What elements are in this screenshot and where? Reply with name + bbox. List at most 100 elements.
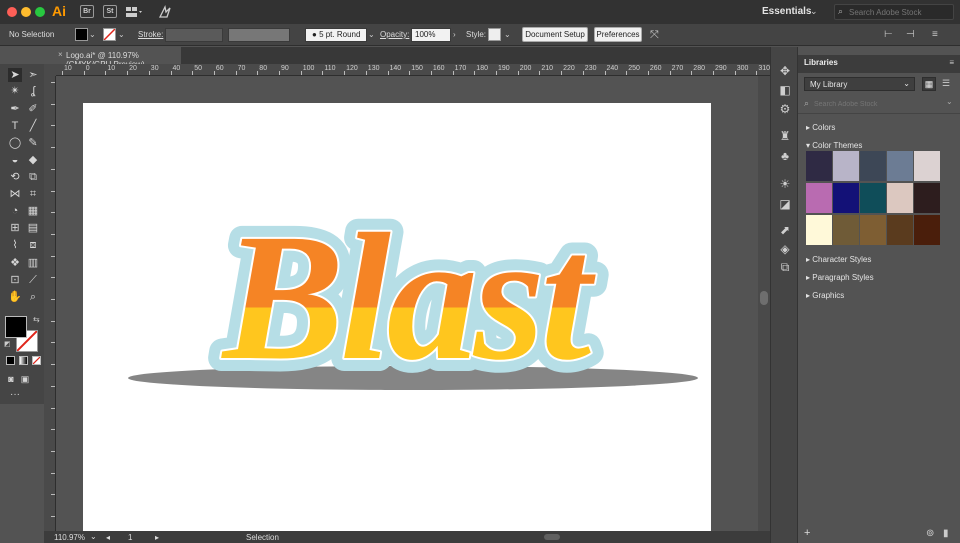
default-colors-icon[interactable]: ◩ xyxy=(4,340,11,348)
pen-tool-icon[interactable]: ✒ xyxy=(8,102,22,116)
magic-wand-tool-icon[interactable]: ✴ xyxy=(8,84,22,98)
maximize-window-button[interactable] xyxy=(35,7,45,17)
gradient-mode-icon[interactable] xyxy=(19,356,28,365)
minimize-window-button[interactable] xyxy=(21,7,31,17)
opacity-field[interactable]: 100% xyxy=(411,28,451,42)
horizontal-scroll-thumb[interactable] xyxy=(544,534,560,540)
gpu-performance-icon[interactable] xyxy=(158,5,172,19)
panel-menu-icon[interactable]: ≡ xyxy=(932,29,938,40)
graphic-style-swatch[interactable] xyxy=(488,28,501,41)
stock-button[interactable]: St xyxy=(103,5,117,18)
arrange-icon[interactable]: ⤧ xyxy=(650,29,659,42)
navigator-icon[interactable]: ⚙ xyxy=(778,102,792,116)
color-swatch[interactable] xyxy=(833,151,859,181)
artboard-tool-icon[interactable]: ⊡ xyxy=(8,273,22,287)
section-color-themes[interactable]: ▾ Color Themes xyxy=(806,141,862,150)
mesh-tool-icon[interactable]: ⊞ xyxy=(8,221,22,235)
artboard[interactable]: Blast Blast xyxy=(83,103,711,531)
artboard-number[interactable]: 1 xyxy=(128,533,132,542)
color-swatch[interactable] xyxy=(806,151,832,181)
stroke-swatch[interactable] xyxy=(103,28,116,41)
arrange-documents-icon[interactable] xyxy=(126,6,144,18)
blend-tool-icon[interactable]: ⧈ xyxy=(26,238,40,252)
swap-colors-icon[interactable]: ⇆ xyxy=(33,315,40,324)
chevron-down-icon[interactable]: ⌄ xyxy=(504,30,511,39)
color-swatch[interactable] xyxy=(887,183,913,213)
color-swatch[interactable] xyxy=(806,215,832,245)
type-tool-icon[interactable]: T xyxy=(8,119,22,133)
width-tool-icon[interactable]: ⋈ xyxy=(8,187,22,201)
close-window-button[interactable] xyxy=(7,7,17,17)
color-swatch[interactable] xyxy=(860,151,886,181)
slice-tool-icon[interactable]: ⟋ xyxy=(26,273,40,287)
export-icon[interactable]: ⬈ xyxy=(778,223,792,237)
blast-logo-artwork[interactable]: Blast Blast xyxy=(83,103,711,531)
line-tool-icon[interactable]: ╱ xyxy=(26,119,40,133)
chevron-down-icon[interactable]: ⌄ xyxy=(90,532,97,541)
hand-tool-icon[interactable]: ✋ xyxy=(8,290,22,304)
vertical-scrollbar[interactable] xyxy=(758,76,770,531)
next-artboard-icon[interactable]: ▸ xyxy=(155,533,159,542)
scroll-thumb[interactable] xyxy=(760,291,768,305)
stock-search-input[interactable] xyxy=(849,6,949,18)
selection-tool-icon[interactable]: ➤ xyxy=(8,68,22,82)
library-select[interactable]: My Library ⌄ xyxy=(804,77,915,91)
section-character-styles[interactable]: ▸ Character Styles xyxy=(806,255,871,264)
scale-tool-icon[interactable]: ⧉ xyxy=(26,170,40,184)
align-icon[interactable]: ⊢ xyxy=(884,29,893,40)
section-colors[interactable]: ▸ Colors xyxy=(806,123,835,132)
transform-icon[interactable]: ⊣ xyxy=(906,29,915,40)
column-graph-tool-icon[interactable]: ▥ xyxy=(26,256,40,270)
variable-width-profile[interactable] xyxy=(228,28,290,42)
ellipse-tool-icon[interactable]: ◯ xyxy=(8,136,22,150)
direct-selection-tool-icon[interactable]: ➣ xyxy=(26,68,40,82)
properties-icon[interactable]: ✥ xyxy=(778,64,792,78)
none-mode-icon[interactable] xyxy=(32,356,41,365)
brushes-icon[interactable]: ♣ xyxy=(778,149,792,163)
panel-menu-icon[interactable]: ≡ xyxy=(949,58,954,67)
curvature-tool-icon[interactable]: ✐ xyxy=(26,102,40,116)
color-swatch[interactable] xyxy=(833,215,859,245)
chevron-down-icon[interactable]: ⌄ xyxy=(946,97,953,106)
fill-swatch[interactable] xyxy=(75,28,88,41)
color-mode-icon[interactable] xyxy=(6,356,15,365)
shape-builder-tool-icon[interactable]: ◔ xyxy=(8,204,22,218)
draw-normal-icon[interactable]: ◙ xyxy=(4,372,18,386)
color-swatch[interactable] xyxy=(860,215,886,245)
list-view-icon[interactable]: ☰ xyxy=(939,77,953,91)
perspective-grid-tool-icon[interactable]: ▦ xyxy=(26,204,40,218)
preferences-button[interactable]: Preferences xyxy=(594,27,642,42)
free-transform-tool-icon[interactable]: ⌗ xyxy=(26,187,40,201)
color-swatch[interactable] xyxy=(860,183,886,213)
symbol-sprayer-tool-icon[interactable]: ❖ xyxy=(8,256,22,270)
bridge-button[interactable]: Br xyxy=(80,5,94,18)
grid-view-icon[interactable]: ▦ xyxy=(922,77,936,91)
close-tab-icon[interactable]: × xyxy=(58,50,63,59)
section-graphics[interactable]: ▸ Graphics xyxy=(806,291,844,300)
zoom-level[interactable]: 110.97% xyxy=(54,533,85,542)
appearance-icon[interactable]: ☀ xyxy=(778,177,792,191)
color-swatch[interactable] xyxy=(887,215,913,245)
horizontal-ruler[interactable]: 10 0 10 20 30 40 50 60 70 80 90 100 110 120 130 140 150 1… xyxy=(56,64,770,76)
chevron-down-icon[interactable]: ⌄ xyxy=(810,6,818,17)
symbols-icon[interactable]: ♜ xyxy=(778,129,792,143)
opacity-label[interactable]: Opacity: xyxy=(380,30,409,39)
library-search-input[interactable] xyxy=(814,98,934,110)
color-swatch[interactable] xyxy=(806,183,832,213)
lasso-tool-icon[interactable]: ʆ xyxy=(26,84,40,98)
edit-toolbar-icon[interactable]: ··· xyxy=(8,388,22,402)
section-paragraph-styles[interactable]: ▸ Paragraph Styles xyxy=(806,273,874,282)
delete-icon[interactable]: ▮ xyxy=(943,528,949,539)
chevron-down-icon[interactable]: ⌄ xyxy=(118,30,125,39)
ruler-origin[interactable] xyxy=(44,64,56,76)
brush-definition[interactable]: ● 5 pt. Round xyxy=(305,28,367,42)
stock-search[interactable]: ⌕ xyxy=(834,4,954,20)
artboards-icon[interactable]: ⧉ xyxy=(778,260,792,274)
add-content-icon[interactable]: + xyxy=(804,527,810,539)
workspace-switcher[interactable]: Essentials xyxy=(762,6,811,17)
prev-artboard-icon[interactable]: ◂ xyxy=(106,533,110,542)
color-swatch[interactable] xyxy=(914,215,940,245)
color-swatch[interactable] xyxy=(914,151,940,181)
document-setup-button[interactable]: Document Setup xyxy=(522,27,588,42)
color-swatch[interactable] xyxy=(833,183,859,213)
